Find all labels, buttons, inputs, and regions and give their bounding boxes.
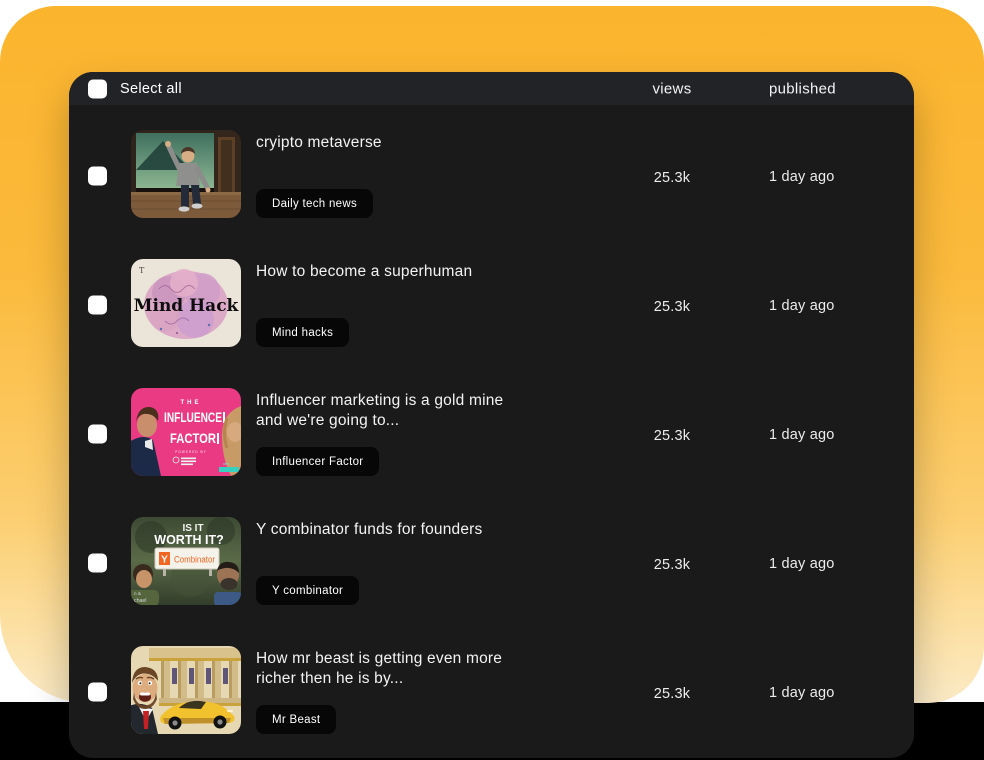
video-thumbnail[interactable]: IS IT WORTH IT? Y Combinator [131, 517, 241, 605]
published-column-header: published [769, 80, 836, 97]
thumbnail-top-text-line2: WORTH IT? [154, 533, 223, 547]
video-title: Y combinator funds for founders [256, 520, 506, 540]
svg-text:with: with [223, 462, 229, 466]
y-combinator-sign-image: IS IT WORTH IT? Y Combinator [131, 517, 241, 605]
mr-beast-palace-car-image [131, 646, 241, 734]
row-checkbox[interactable] [88, 554, 107, 573]
thumbnail-title-line1: INFLUENCE [164, 409, 222, 425]
thumbnail-kicker-text: THE [181, 400, 202, 406]
y-combinator-logo-letter: Y [161, 555, 168, 566]
views-column-header: views [627, 80, 717, 97]
select-all-label: Select all [120, 81, 182, 97]
thumbnail-corner-letter: T [139, 266, 145, 275]
row-checkbox[interactable] [88, 683, 107, 702]
published-value: 1 day ago [769, 685, 835, 701]
published-value: 1 day ago [769, 298, 835, 314]
thumbnail-caption-line1: n & [134, 591, 141, 596]
video-tag-button[interactable]: Mr Beast [256, 705, 336, 734]
video-tag-button[interactable]: Mind hacks [256, 318, 349, 347]
thumbnail-caption-line2: chael [134, 598, 146, 604]
views-value: 25.3k [627, 428, 717, 444]
table-row: THE INFLUENCE FACTOR POWERED BY [69, 388, 914, 476]
published-value: 1 day ago [769, 427, 835, 443]
mind-hack-brain-image: T Mind Hack [131, 259, 241, 347]
thumbnail-title-line2: FACTOR [170, 430, 216, 446]
video-thumbnail[interactable]: THE INFLUENCE FACTOR POWERED BY [131, 388, 241, 476]
video-title: Influencer marketing is a gold mine and … [256, 391, 506, 430]
videos-table-panel: Select all views published [69, 72, 914, 758]
table-row: How mr beast is getting even more richer… [69, 646, 914, 734]
row-checkbox[interactable] [88, 425, 107, 444]
thumbnail-text-mind-hack: Mind Hack [134, 296, 240, 316]
video-tag-button[interactable]: Y combinator [256, 576, 359, 605]
views-value: 25.3k [627, 299, 717, 315]
table-row: IS IT WORTH IT? Y Combinator [69, 517, 914, 605]
metaverse-avatar-scene-image [131, 130, 241, 218]
select-all-checkbox[interactable] [88, 79, 107, 98]
video-tag-button[interactable]: Influencer Factor [256, 447, 379, 476]
page: Select all views published [0, 0, 984, 760]
views-value: 25.3k [627, 170, 717, 186]
video-rows: cryipto metaverse Daily tech news 25.3k … [69, 105, 914, 734]
y-combinator-brand-text: Combinator [174, 555, 215, 565]
table-row: T Mind Hack How to become a superhuman M… [69, 259, 914, 347]
video-title: How to become a superhuman [256, 262, 506, 282]
video-thumbnail[interactable] [131, 646, 241, 734]
table-row: cryipto metaverse Daily tech news 25.3k … [69, 130, 914, 218]
video-title: How mr beast is getting even more richer… [256, 649, 506, 688]
video-tag-button[interactable]: Daily tech news [256, 189, 373, 218]
published-value: 1 day ago [769, 169, 835, 185]
video-thumbnail[interactable]: T Mind Hack [131, 259, 241, 347]
published-value: 1 day ago [769, 556, 835, 572]
views-value: 25.3k [627, 686, 717, 702]
video-thumbnail[interactable] [131, 130, 241, 218]
table-header: Select all views published [69, 72, 914, 105]
thumbnail-powered-by-text: POWERED BY [175, 450, 207, 454]
influence-factor-cover-image: THE INFLUENCE FACTOR POWERED BY [131, 388, 241, 476]
row-checkbox[interactable] [88, 167, 107, 186]
video-title: cryipto metaverse [256, 133, 506, 153]
row-checkbox[interactable] [88, 296, 107, 315]
views-value: 25.3k [627, 557, 717, 573]
